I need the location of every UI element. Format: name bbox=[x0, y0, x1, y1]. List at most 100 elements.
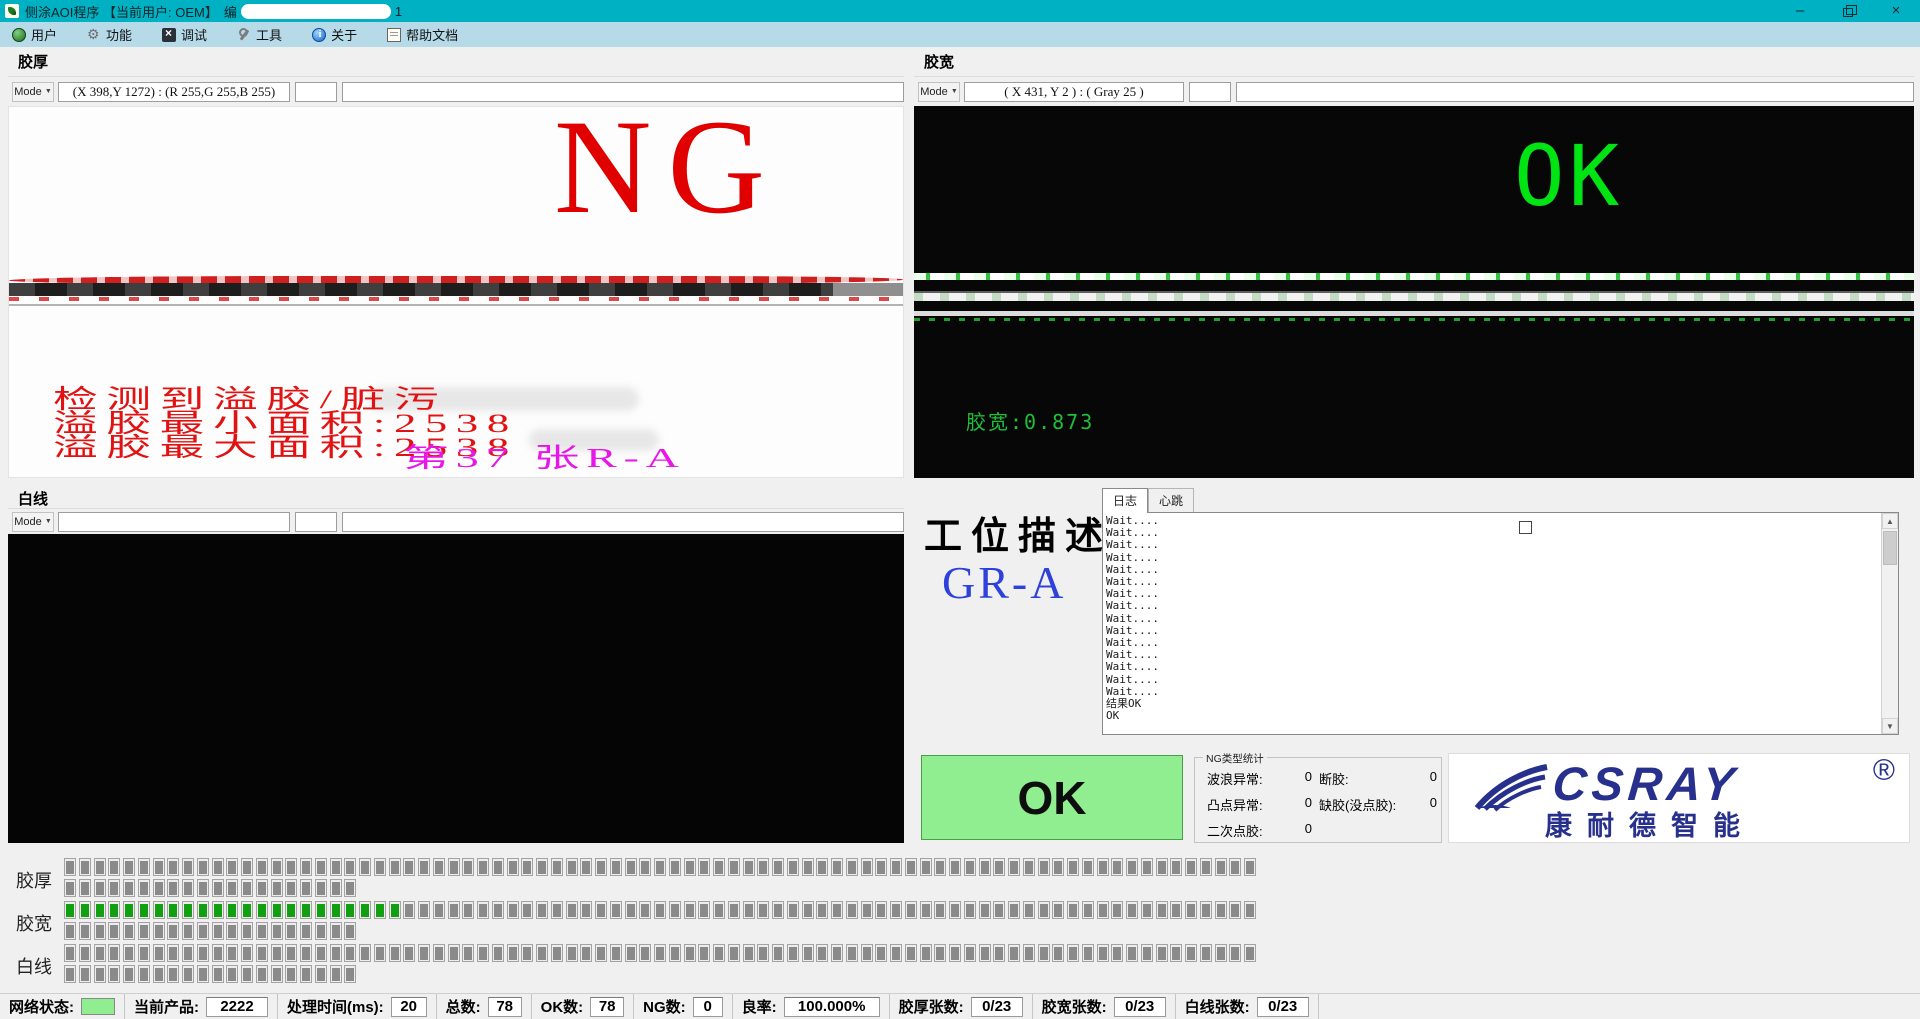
indicator-cell bbox=[182, 965, 194, 983]
menu-item[interactable]: 功能 bbox=[87, 25, 132, 44]
indicator-fill bbox=[774, 947, 782, 960]
divider bbox=[8, 76, 904, 77]
indicator-cell bbox=[1097, 901, 1109, 919]
indicator-cell bbox=[934, 858, 946, 876]
indicator-cell bbox=[64, 965, 76, 983]
pixel-readout-field[interactable]: (X 398,Y 1272) : (R 255,G 255,B 255) bbox=[58, 82, 290, 102]
pixel-readout-field[interactable] bbox=[58, 512, 290, 532]
indicator-fill bbox=[155, 904, 163, 917]
ng-stats-group: NG类型统计 波浪异常:0凸点异常:0二次点胶:0 断胶:0缺胶(没点胶):0 bbox=[1194, 757, 1442, 843]
indicator-cell bbox=[669, 858, 681, 876]
image-view-thickness[interactable]: NG 检测到溢胶/脏污 溢胶最小面积:2538 溢胶最大面积:2538 第37 … bbox=[8, 106, 904, 478]
indicator-fill bbox=[568, 904, 576, 917]
indicator-cell bbox=[639, 944, 651, 962]
indicator-fill bbox=[228, 968, 236, 981]
indicator-fill bbox=[302, 861, 310, 874]
small-value-field[interactable] bbox=[295, 82, 337, 102]
indicator-fill bbox=[582, 861, 590, 874]
indicator-fill bbox=[66, 882, 74, 895]
ng-stat-value: 0 bbox=[1430, 769, 1437, 788]
indicator-fill bbox=[1202, 861, 1210, 874]
image-view-whiteline[interactable] bbox=[8, 534, 904, 843]
scroll-down-icon[interactable]: ▼ bbox=[1882, 718, 1898, 734]
log-scrollbar[interactable]: ▲ ▼ bbox=[1881, 513, 1898, 734]
mode-dropdown[interactable]: Mode ▼ bbox=[12, 512, 54, 532]
debug-icon bbox=[162, 28, 176, 42]
indicator-fill bbox=[258, 925, 266, 938]
indicator-fill bbox=[612, 904, 620, 917]
panel-title-thickness: 胶厚 bbox=[18, 51, 48, 72]
indicator-cell bbox=[389, 901, 401, 919]
indicator-cell bbox=[330, 901, 342, 919]
menu-item[interactable]: 工具 bbox=[237, 25, 282, 44]
indicator-cell bbox=[1185, 858, 1197, 876]
log-lines[interactable]: Wait....Wait....Wait....Wait....Wait....… bbox=[1106, 515, 1878, 732]
indicator-cell bbox=[979, 944, 991, 962]
scrollbar-thumb[interactable] bbox=[1883, 531, 1897, 565]
indicator-cell bbox=[241, 901, 253, 919]
mode-label: Mode bbox=[920, 86, 948, 98]
menu-item[interactable]: 关于 bbox=[312, 25, 357, 44]
indicator-cell bbox=[1244, 944, 1256, 962]
indicator-fill bbox=[494, 904, 502, 917]
mode-dropdown[interactable]: Mode ▼ bbox=[918, 82, 960, 102]
tab-log[interactable]: 日志 bbox=[1102, 488, 1148, 513]
indicator-fill bbox=[1187, 904, 1195, 917]
indicator-cell bbox=[79, 922, 91, 940]
mode-dropdown[interactable]: Mode ▼ bbox=[12, 82, 54, 102]
restore-button[interactable] bbox=[1824, 0, 1872, 22]
indicator-fill bbox=[1113, 861, 1121, 874]
indicator-cell bbox=[138, 879, 150, 897]
glue-strip-image bbox=[914, 291, 1914, 301]
small-value-field[interactable] bbox=[1189, 82, 1231, 102]
status-label: 处理时间(ms): bbox=[287, 996, 384, 1017]
help-icon bbox=[387, 28, 401, 42]
message-field[interactable] bbox=[1236, 82, 1914, 102]
log-checkbox[interactable] bbox=[1519, 521, 1532, 534]
indicator-cell bbox=[536, 858, 548, 876]
indicator-cell bbox=[285, 922, 297, 940]
indicator-fill bbox=[818, 861, 826, 874]
message-field[interactable] bbox=[342, 82, 904, 102]
menu-item[interactable]: 帮助文档 bbox=[387, 25, 458, 44]
indicator-cell bbox=[418, 944, 430, 962]
image-view-width[interactable]: OK 胶宽:0.873 bbox=[914, 106, 1914, 478]
indicator-cell bbox=[993, 944, 1005, 962]
menu-item[interactable]: 用户 bbox=[12, 25, 57, 44]
message-field[interactable] bbox=[342, 512, 904, 532]
tab-heartbeat[interactable]: 心跳 bbox=[1148, 488, 1194, 513]
indicator-fill bbox=[1172, 947, 1180, 960]
indicator-fill bbox=[523, 947, 531, 960]
indicator-cell bbox=[477, 858, 489, 876]
indicator-fill bbox=[169, 861, 177, 874]
indicator-cell bbox=[610, 901, 622, 919]
menu-item[interactable]: 调试 bbox=[162, 25, 207, 44]
indicator-cell bbox=[256, 922, 268, 940]
indicator-cell bbox=[108, 879, 120, 897]
indicator-fill bbox=[302, 968, 310, 981]
indicator-cell bbox=[64, 944, 76, 962]
overall-result-button[interactable]: OK bbox=[921, 755, 1183, 840]
indicator-cell bbox=[1111, 858, 1123, 876]
ng-stats-title: NG类型统计 bbox=[1203, 751, 1267, 766]
scroll-up-icon[interactable]: ▲ bbox=[1882, 513, 1898, 529]
indicator-fill bbox=[1217, 861, 1225, 874]
indicator-fill bbox=[361, 861, 369, 874]
close-button[interactable]: × bbox=[1872, 0, 1920, 22]
indicator-cell bbox=[344, 858, 356, 876]
indicator-cell bbox=[1052, 944, 1064, 962]
indicator-cell bbox=[1111, 944, 1123, 962]
indicator-fill bbox=[804, 947, 812, 960]
pixel-readout-field[interactable]: ( X 431, Y 2 ) : ( Gray 25 ) bbox=[964, 82, 1184, 102]
indicator-fill bbox=[774, 861, 782, 874]
indicator-cell bbox=[433, 944, 445, 962]
indicator-fill bbox=[1069, 861, 1077, 874]
indicator-fill bbox=[686, 947, 694, 960]
indicator-fill bbox=[995, 947, 1003, 960]
minimize-button[interactable]: – bbox=[1776, 0, 1824, 22]
panel-glue-width: 胶宽 Mode ▼ ( X 431, Y 2 ) : ( Gray 25 ) O… bbox=[912, 48, 1916, 480]
indicator-cell bbox=[698, 901, 710, 919]
indicator-fill bbox=[995, 861, 1003, 874]
indicator-fill bbox=[936, 904, 944, 917]
small-value-field[interactable] bbox=[295, 512, 337, 532]
